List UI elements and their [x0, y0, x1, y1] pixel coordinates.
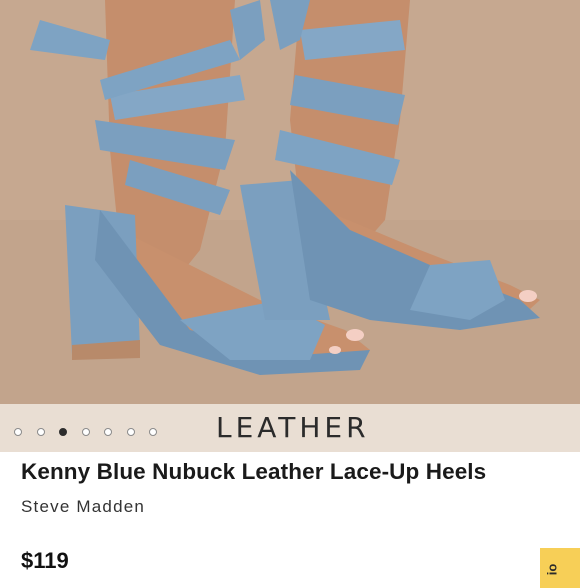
product-brand[interactable]: Steve Madden	[21, 497, 145, 517]
product-price: $119	[21, 548, 69, 573]
carousel-pagination	[14, 428, 172, 436]
image-caption-bar: LEATHER	[0, 404, 580, 452]
shoe-photo-illustration	[0, 0, 580, 452]
side-feedback-tab[interactable]: io	[540, 548, 580, 588]
image-caption: LEATHER	[216, 411, 370, 444]
product-image[interactable]: LEATHER	[0, 0, 580, 452]
product-title: Kenny Blue Nubuck Leather Lace-Up Heels	[21, 459, 487, 484]
carousel-dot[interactable]	[104, 428, 112, 436]
carousel-dot[interactable]	[36, 428, 45, 436]
carousel-dot-active[interactable]	[59, 428, 67, 436]
carousel-dot[interactable]	[149, 428, 157, 436]
carousel-dot[interactable]	[81, 428, 90, 436]
side-tab-label: io	[544, 563, 560, 576]
carousel-dot[interactable]	[126, 428, 135, 436]
carousel-dot[interactable]	[14, 428, 22, 436]
